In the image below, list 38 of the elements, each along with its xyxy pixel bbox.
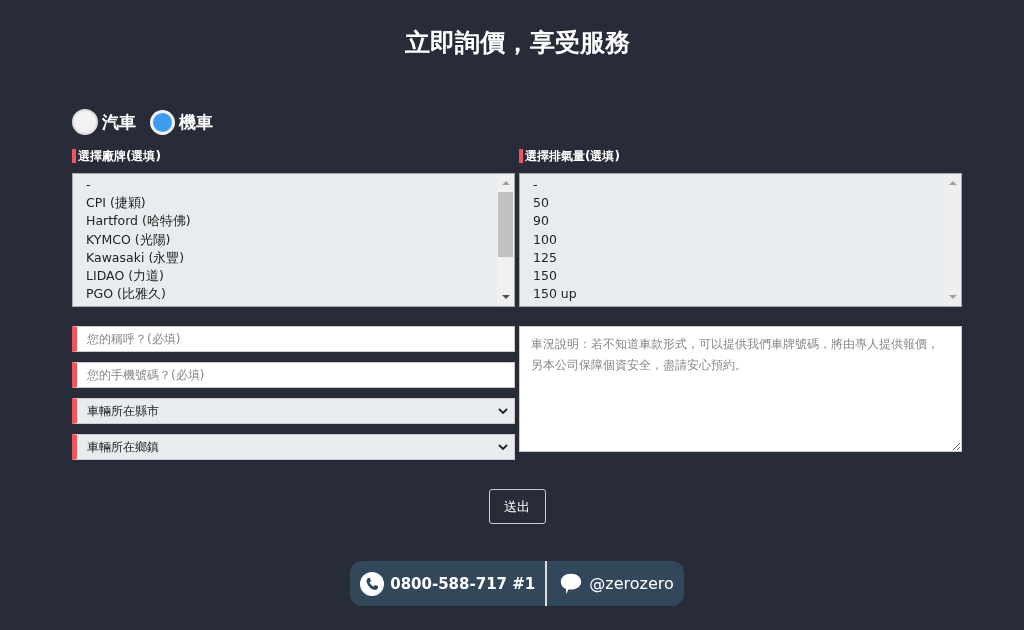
radio-button[interactable] xyxy=(72,109,98,135)
scroll-up-icon[interactable] xyxy=(501,180,510,186)
list-box[interactable]: - 50 90 100 125 150 150 up xyxy=(519,173,962,307)
list-option[interactable]: 50 xyxy=(533,194,931,213)
scroll-down-icon[interactable] xyxy=(501,294,510,300)
list-option[interactable]: 100 xyxy=(533,230,931,249)
city-select[interactable]: 車輛所在縣市 xyxy=(72,398,515,424)
notes-field[interactable]: 車況說明：若不知道車款形式，可以提供我們車牌號碼，將由專人提供報價，另本公司保障個資安全，盡請安心預約。 xyxy=(519,326,962,452)
chevron-down-icon xyxy=(498,408,508,414)
list-option[interactable]: LIDAO (力道) xyxy=(86,267,484,286)
town-select[interactable]: 車輛所在鄉鎮 xyxy=(72,434,515,460)
line-link[interactable]: @zerozero xyxy=(547,571,674,596)
submit-button[interactable]: 送出 xyxy=(488,489,546,524)
list-option[interactable]: Hartford (哈特佛) xyxy=(86,212,484,231)
phone-field[interactable]: 您的手機號碼？(必填) xyxy=(72,362,515,388)
list-option[interactable]: 125 xyxy=(533,248,931,267)
list-option[interactable]: 90 xyxy=(533,212,931,231)
field-label: 選擇排氣量(選填) xyxy=(519,149,620,163)
list-option[interactable]: 150 xyxy=(533,267,931,286)
list-box[interactable]: - CPI (捷穎) Hartford (哈特佛) KYMCO (光陽) Kawasaki (永豐) LIDAO (力道) PGO (比雅久) xyxy=(72,173,515,307)
list-option[interactable]: KYMCO (光陽) xyxy=(86,230,484,249)
list-option[interactable]: - xyxy=(86,176,484,195)
phone-icon xyxy=(360,571,385,596)
name-field[interactable]: 您的稱呼？(必填) xyxy=(72,326,515,352)
chevron-down-icon xyxy=(498,444,508,450)
list-option[interactable]: Kawasaki (永豐) xyxy=(86,248,484,267)
radio-label[interactable]: 汽車 xyxy=(102,110,136,134)
scroll-bar[interactable] xyxy=(497,174,514,306)
list-option[interactable]: - xyxy=(533,176,931,195)
scroll-up-icon[interactable] xyxy=(948,180,957,186)
speech-bubble-icon xyxy=(559,571,584,596)
page-title: 立即詢價，享受服務 xyxy=(403,27,631,59)
field-label: 選擇廠牌(選填) xyxy=(72,149,161,163)
list-option[interactable]: CPI (捷穎) xyxy=(86,194,484,213)
list-option[interactable]: 150 up xyxy=(533,285,931,304)
radio-label[interactable]: 機車 xyxy=(179,110,213,134)
phone-link[interactable]: 0800-588-717 #1 xyxy=(360,571,546,596)
list-option[interactable]: PGO (比雅久) xyxy=(86,285,484,304)
